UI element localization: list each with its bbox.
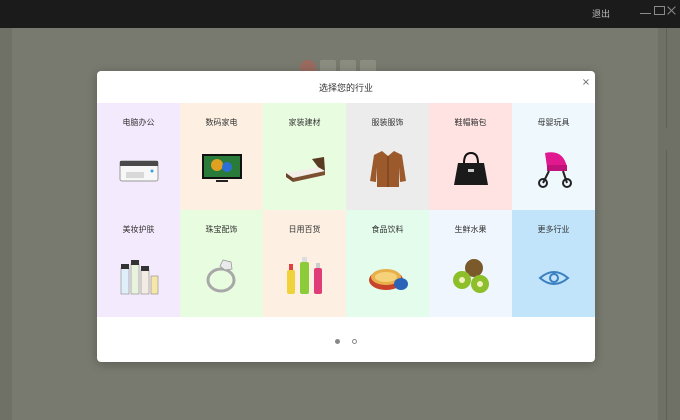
modal-close-button[interactable]: × — [580, 77, 592, 89]
exit-link[interactable]: 退出 — [592, 7, 610, 20]
app-titlebar: 退出 — [0, 0, 680, 28]
industry-grid: 电脑办公 数码家电 家装建材 服装服饰 鞋帽箱包 母婴玩具 美妆护肤 珠宝配饰 … — [97, 103, 595, 317]
modal-title: 选择您的行业 — [318, 84, 373, 94]
page-dot-2[interactable] — [351, 339, 357, 344]
tv-icon — [201, 147, 243, 189]
industry-label: 鞋帽箱包 — [454, 118, 487, 127]
page-dot-1[interactable] — [335, 339, 341, 344]
industry-tile-baby-toys[interactable]: 母婴玩具 — [512, 103, 595, 210]
pagination — [97, 329, 595, 348]
industry-label: 母婴玩具 — [537, 118, 570, 127]
ring-icon — [201, 254, 243, 296]
minimize-icon[interactable] — [640, 6, 651, 14]
industry-tile-shoes-bags[interactable]: 鞋帽箱包 — [429, 103, 512, 210]
maximize-icon[interactable] — [654, 6, 665, 15]
industry-label: 生鲜水果 — [454, 225, 487, 234]
industry-tile-computer-office[interactable]: 电脑办公 — [97, 103, 180, 210]
industry-tile-jewelry[interactable]: 珠宝配饰 — [180, 210, 263, 317]
industry-tile-food-drinks[interactable]: 食品饮料 — [346, 210, 429, 317]
bottles-icon — [284, 254, 326, 296]
cosmetics-icon — [118, 254, 160, 296]
printer-icon — [118, 147, 160, 189]
kiwi-icon — [450, 254, 492, 296]
eye-icon — [533, 254, 575, 296]
industry-tile-digital-appliances[interactable]: 数码家电 — [180, 103, 263, 210]
industry-label: 食品饮料 — [371, 225, 404, 234]
industry-tile-beauty-skincare[interactable]: 美妆护肤 — [97, 210, 180, 317]
background-divider — [666, 28, 667, 128]
industry-label: 电脑办公 — [122, 118, 155, 127]
industry-tile-daily-goods[interactable]: 日用百货 — [263, 210, 346, 317]
industry-tile-more[interactable]: 更多行业 — [512, 210, 595, 317]
industry-modal: 选择您的行业 × 电脑办公 数码家电 家装建材 服装服饰 鞋帽箱包 母婴玩具 美… — [97, 71, 595, 362]
industry-label: 珠宝配饰 — [205, 225, 238, 234]
background-divider — [666, 150, 667, 420]
industry-label: 美妆护肤 — [122, 225, 155, 234]
bed-icon — [284, 147, 326, 189]
industry-label: 家装建材 — [288, 118, 321, 127]
industry-label: 服装服饰 — [371, 118, 404, 127]
industry-tile-fresh-fruit[interactable]: 生鲜水果 — [429, 210, 512, 317]
industry-label: 日用百货 — [288, 225, 321, 234]
handbag-icon — [450, 147, 492, 189]
industry-label: 数码家电 — [205, 118, 238, 127]
close-icon[interactable] — [667, 6, 677, 16]
coat-icon — [367, 147, 409, 189]
snack-tin-icon — [367, 254, 409, 296]
industry-tile-clothing[interactable]: 服装服饰 — [346, 103, 429, 210]
industry-label: 更多行业 — [537, 225, 570, 234]
industry-tile-home-building[interactable]: 家装建材 — [263, 103, 346, 210]
stroller-icon — [533, 147, 575, 189]
